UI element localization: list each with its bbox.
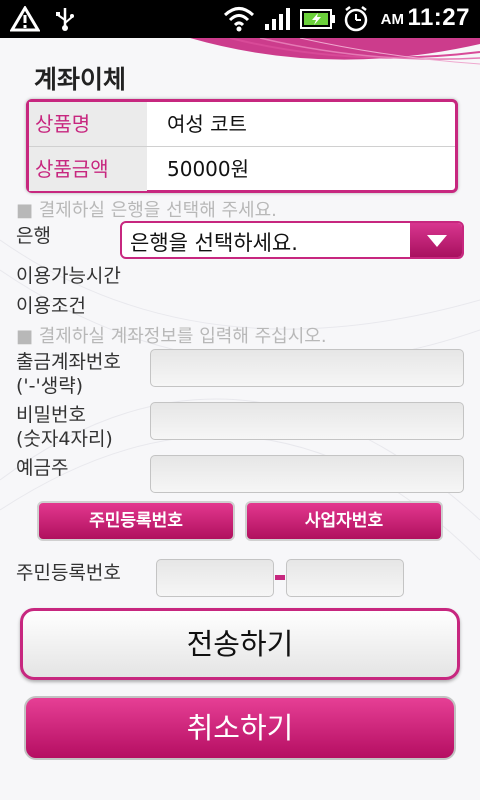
product-info-box: 상품명 여성 코트 상품금액 50000원 [26,99,458,193]
page-title: 계좌이체 [34,65,127,94]
status-ampm: AM [380,11,404,28]
password-label-line1: 비밀번호 [16,404,86,426]
product-price-label: 상품금액 [29,147,147,191]
dropdown-arrow-icon[interactable] [410,223,462,257]
resident-number-tab[interactable]: 주민등록번호 [37,501,235,541]
account-number-label: 출금계좌번호 ('-'생략) [16,350,121,398]
password-input[interactable] [150,402,464,440]
available-time-label: 이용가능시간 [16,265,121,287]
battery-charging-icon [300,8,336,34]
product-price-row: 상품금액 50000원 [29,146,455,191]
cancel-button[interactable]: 취소하기 [24,696,456,760]
depositor-input[interactable] [150,455,464,493]
bank-select-value: 은행을 선택하세요. [130,231,298,255]
bank-select[interactable]: 은행을 선택하세요. [120,221,464,259]
wifi-icon [222,4,256,36]
resident-number-dash [275,575,285,580]
product-name-value: 여성 코트 [167,112,247,136]
bank-hint: ■ 결제하실 은행을 선택해 주세요. [16,200,277,221]
resident-number-second-input[interactable] [286,559,404,597]
signal-icon [264,6,292,36]
password-label-line2: (숫자4자리) [16,428,113,450]
product-name-row: 상품명 여성 코트 [29,102,455,146]
status-time: 11:27 [407,4,470,31]
submit-button[interactable]: 전송하기 [20,608,460,680]
depositor-label: 예금주 [16,457,69,479]
bank-label: 은행 [16,225,51,247]
account-number-input[interactable] [150,349,464,387]
status-bar: AM 11:27 [0,0,480,38]
conditions-label: 이용조건 [16,295,86,317]
resident-number-first-input[interactable] [156,559,274,597]
business-number-tab[interactable]: 사업자번호 [245,501,443,541]
resident-number-label: 주민등록번호 [16,562,121,584]
alert-icon [9,5,41,36]
password-label: 비밀번호 (숫자4자리) [16,403,113,451]
account-number-label-line2: ('-'생략) [16,375,84,397]
product-price-value: 50000원 [167,157,250,181]
product-name-label: 상품명 [29,102,147,146]
usb-icon [54,6,76,36]
account-hint: ■ 결제하실 계좌정보를 입력해 주십시오. [16,326,327,347]
alarm-icon [342,5,370,37]
account-number-label-line1: 출금계좌번호 [16,351,121,373]
